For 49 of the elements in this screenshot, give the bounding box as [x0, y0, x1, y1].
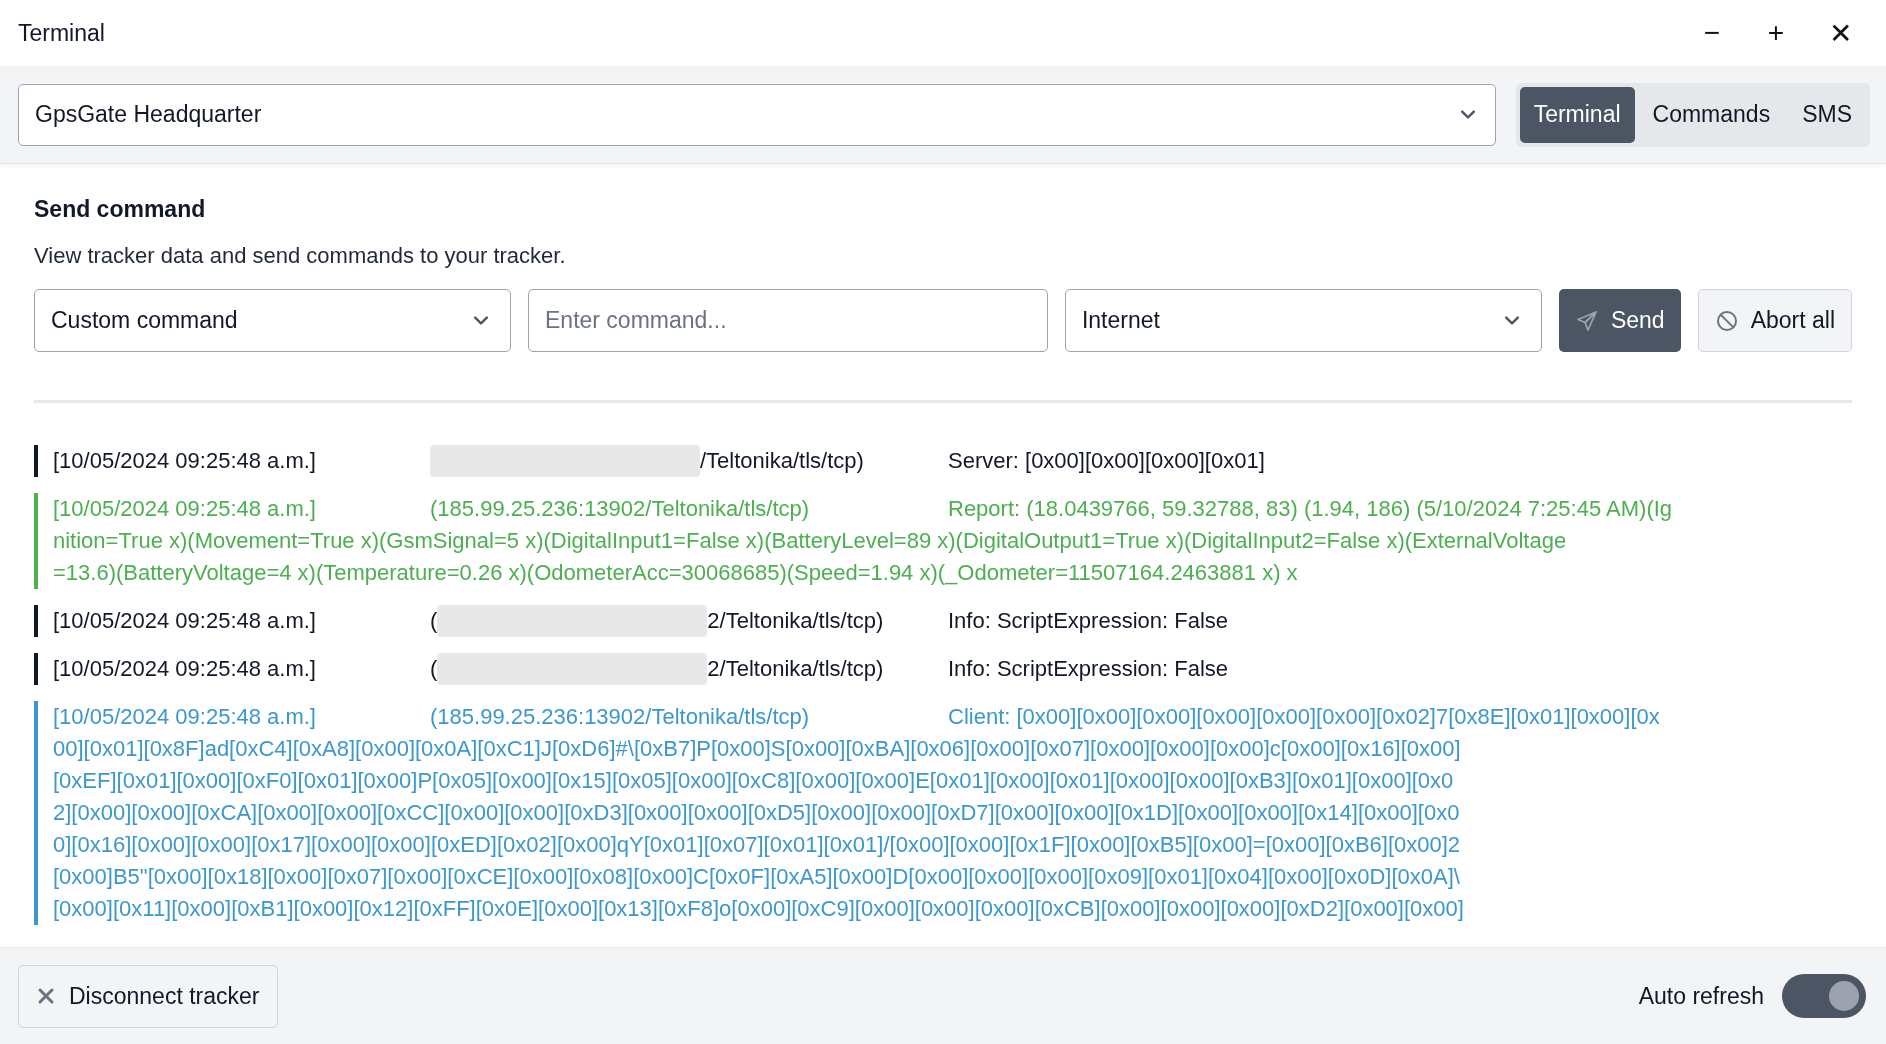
section-description: View tracker data and send commands to your tracker. [34, 243, 567, 269]
log-message: nition=True x)(Movement=True x)(GsmSignal=5 x)(DigitalInput1=False x)(BatteryLevel=89 x)(DigitalOutput1=True x)(DigitalInput2=False x)(ExternalVoltage [53, 527, 1567, 555]
auto-refresh-toggle[interactable] [1782, 974, 1866, 1018]
log-message: 2][0x00][0x00][0xCA][0x00][0x00][0xCC][0x00][0x00][0xD3][0x00][0x00][0xD5][0x00][0x00][0xD7][0x00][0x00][0x1D][0x00][0x00][0x14][0x00][0x0 [53, 799, 1460, 827]
log-address: (185.99.25.236:13902/Teltonika/tls/tcp) [430, 495, 810, 523]
log-address: 2/Teltonika/tls/tcp) [707, 655, 884, 683]
log-timestamp: [10/05/2024 09:25:48 a.m.] [53, 495, 317, 523]
command-type-dropdown[interactable]: Custom command [34, 289, 511, 352]
prohibited-icon [1714, 308, 1739, 333]
log-message: Client: [0x00][0x00][0x00][0x00][0x00][0x00][0x02]7[0x8E][0x01][0x00][0x [948, 703, 1660, 731]
send-button[interactable]: Send [1558, 289, 1681, 352]
chevron-down-icon [1504, 316, 1519, 325]
log-message: =13.6)(BatteryVoltage=4 x)(Temperature=0.26 x)(OdometerAcc=30068685)(Speed=1.94 x)(_Odometer=11507164.2463881 x) x [53, 559, 1298, 587]
window-title: Terminal [18, 19, 106, 47]
chevron-down-icon [1460, 110, 1475, 119]
disconnect-tracker-button[interactable]: Disconnect tracker [18, 964, 279, 1028]
log-address: /Teltonika/tls/tcp) [700, 447, 864, 475]
log-message: 0][0x16][0x00][0x00][0x17][0x00][0x00][0xED][0x02][0x00]qY[0x01][0x07][0x01][0x01]/[0x00][0x00][0x1F][0x00][0xB5][0x00]=[0x00][0xB6][0x00]2 [53, 831, 1461, 859]
section-heading: Send command [34, 196, 207, 223]
auto-refresh-label: Auto refresh [1638, 982, 1764, 1010]
log-message: [0xEF][0x01][0x00][0xF0][0x01][0x00]P[0x05][0x00][0x15][0x05][0x00][0xC8][0x00][0x00]E[0x01][0x00][0x01][0x00][0x00][0xB3][0x01][0x00][0x0 [53, 767, 1454, 795]
log-message: Server: [0x00][0x00][0x00][0x01] [948, 447, 1265, 475]
device-dropdown[interactable]: GpsGate Headquarter [18, 83, 1496, 146]
log-message: 00][0x01][0x8F]ad[0xC4][0xA8][0x00][0x0A][0xC1]J[0xD6]#\[0xB7]P[0x00]S[0x00][0xBA][0x06][0x00][0x07][0x00][0x00][0x00]c[0x00][0x16][0x00] [53, 735, 1461, 763]
log-address: ( [430, 655, 438, 683]
log-message: [0x00][0x11][0x00][0xB1][0x00][0x12][0xFF][0x0E][0x00][0x13][0xF8]o[0x00][0xC9][0x00][0x00][0x00][0xCB][0x00][0x00][0x00][0xD2][0x00][0x00] [53, 895, 1464, 923]
send-icon [1574, 308, 1599, 333]
maximize-button[interactable]: + [1744, 17, 1808, 49]
log-message: Info: ScriptExpression: False [948, 607, 1228, 635]
command-input[interactable]: Enter command... [528, 289, 1048, 352]
tab[interactable]: SMS [1788, 86, 1866, 143]
log-message: [0x00]B5"[0x00][0x18][0x00][0x07][0x00][0xCE][0x00][0x08][0x00]C[0x0F][0xA5][0x00]D[0x00][0x00][0x00][0x09][0x01][0x04][0x00][0x0D][0x0A]\ [53, 863, 1460, 891]
log-timestamp: [10/05/2024 09:25:48 a.m.] [53, 655, 317, 683]
log-timestamp: [10/05/2024 09:25:48 a.m.] [53, 703, 317, 731]
log-address: 2/Teltonika/tls/tcp) [707, 607, 884, 635]
tab[interactable]: Terminal [1519, 86, 1635, 143]
close-icon [37, 987, 55, 1005]
minimize-button[interactable]: − [1680, 17, 1744, 49]
abort-all-button[interactable]: Abort all [1697, 289, 1852, 352]
tab[interactable]: Commands [1638, 86, 1785, 143]
log-timestamp: [10/05/2024 09:25:48 a.m.] [53, 447, 317, 475]
chevron-down-icon [474, 316, 488, 325]
log-address: ( [430, 607, 438, 635]
log-message: Info: ScriptExpression: False [948, 655, 1228, 683]
close-button[interactable]: ✕ [1808, 16, 1872, 50]
log-address: (185.99.25.236:13902/Teltonika/tls/tcp) [430, 703, 810, 731]
log-message: Report: (18.0439766, 59.32788, 83) (1.94, 186) (5/10/2024 7:25:45 AM)(Ig [948, 495, 1673, 523]
log-timestamp: [10/05/2024 09:25:48 a.m.] [53, 607, 317, 635]
channel-dropdown[interactable]: Internet [1064, 289, 1542, 352]
